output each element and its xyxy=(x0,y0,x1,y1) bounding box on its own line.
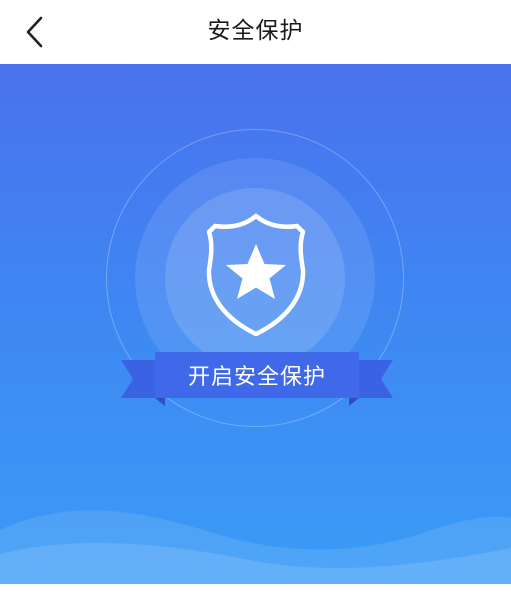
nav-bar: 安全保护 xyxy=(0,0,511,64)
page-title: 安全保护 xyxy=(207,18,304,44)
bottom-spacer xyxy=(0,584,511,597)
enable-protection-label: 开启安全保护 xyxy=(187,365,326,390)
enable-protection-ribbon: 开启安全保护 xyxy=(121,352,393,408)
enable-protection-button[interactable]: 开启安全保护 xyxy=(121,352,393,406)
security-protection-screen: 安全保护 开启安全保护 xyxy=(0,0,511,597)
wave-decoration xyxy=(0,510,511,584)
hero-banner: 开启安全保护 xyxy=(0,64,511,584)
shield-star-icon xyxy=(199,210,313,340)
